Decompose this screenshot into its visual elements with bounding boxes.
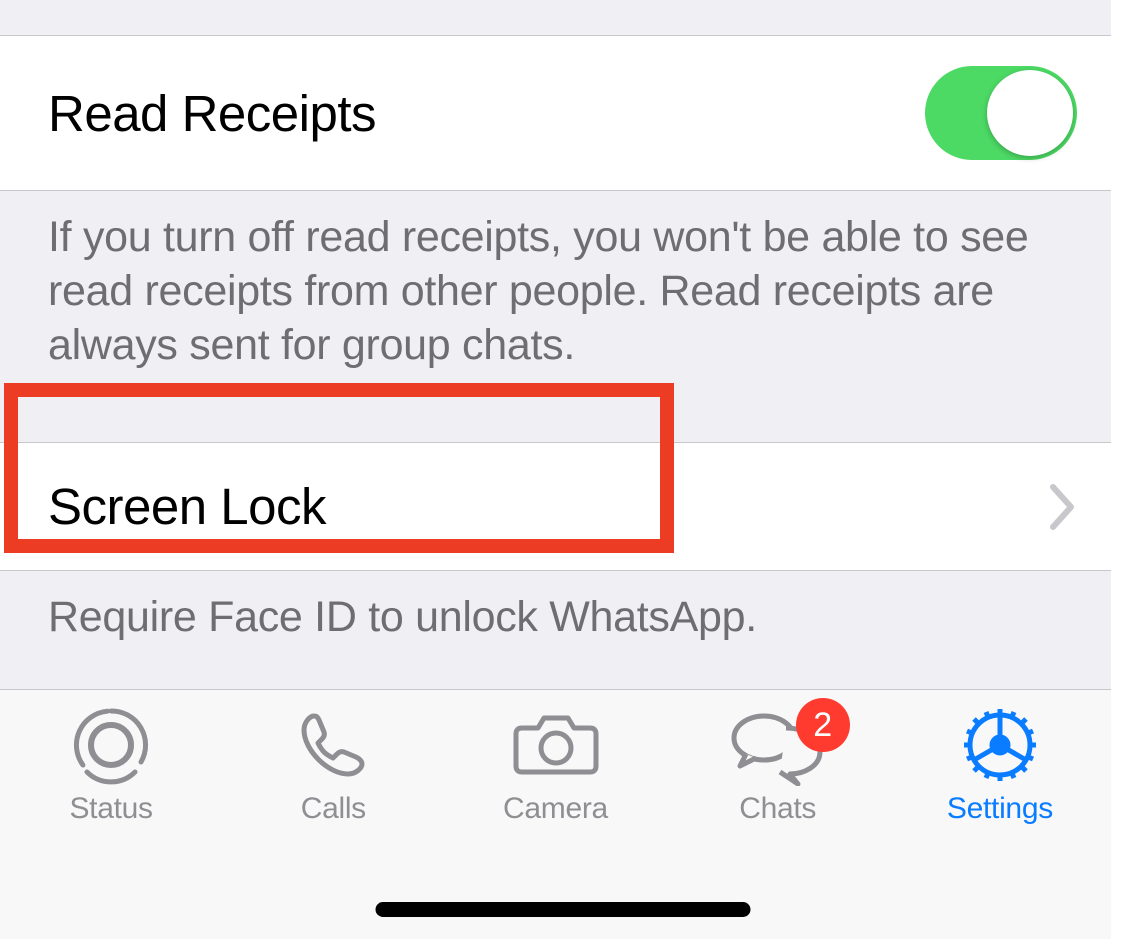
screen-lock-label: Screen Lock: [48, 477, 326, 536]
gear-icon: [959, 704, 1041, 786]
chevron-right-icon: [1049, 483, 1077, 531]
tab-chats-label: Chats: [739, 792, 816, 826]
tab-chats[interactable]: 2 Chats: [667, 704, 889, 826]
tab-settings[interactable]: Settings: [889, 704, 1111, 826]
section-spacer: [0, 372, 1125, 442]
tab-calls-label: Calls: [301, 792, 366, 826]
scrollbar-edge: [1111, 0, 1125, 939]
read-receipts-row[interactable]: Read Receipts: [0, 35, 1125, 191]
tab-status-label: Status: [69, 792, 152, 826]
tab-camera-label: Camera: [503, 792, 608, 826]
screen-lock-footer: Require Face ID to unlock WhatsApp.: [0, 571, 1125, 645]
camera-icon: [510, 704, 602, 786]
phone-icon: [292, 704, 374, 786]
read-receipts-toggle[interactable]: [925, 66, 1077, 160]
tab-settings-label: Settings: [947, 792, 1053, 826]
chats-badge: 2: [796, 698, 850, 752]
tab-status[interactable]: Status: [0, 704, 222, 826]
settings-content: Read Receipts If you turn off read recei…: [0, 0, 1125, 645]
screen-lock-row[interactable]: Screen Lock: [0, 442, 1125, 571]
home-indicator[interactable]: [375, 902, 750, 917]
status-icon: [70, 704, 152, 786]
read-receipts-label: Read Receipts: [48, 84, 376, 143]
read-receipts-footer: If you turn off read receipts, you won't…: [0, 191, 1125, 372]
section-spacer: [0, 0, 1125, 35]
tab-camera[interactable]: Camera: [444, 704, 666, 826]
toggle-knob: [987, 70, 1073, 156]
tab-calls[interactable]: Calls: [222, 704, 444, 826]
